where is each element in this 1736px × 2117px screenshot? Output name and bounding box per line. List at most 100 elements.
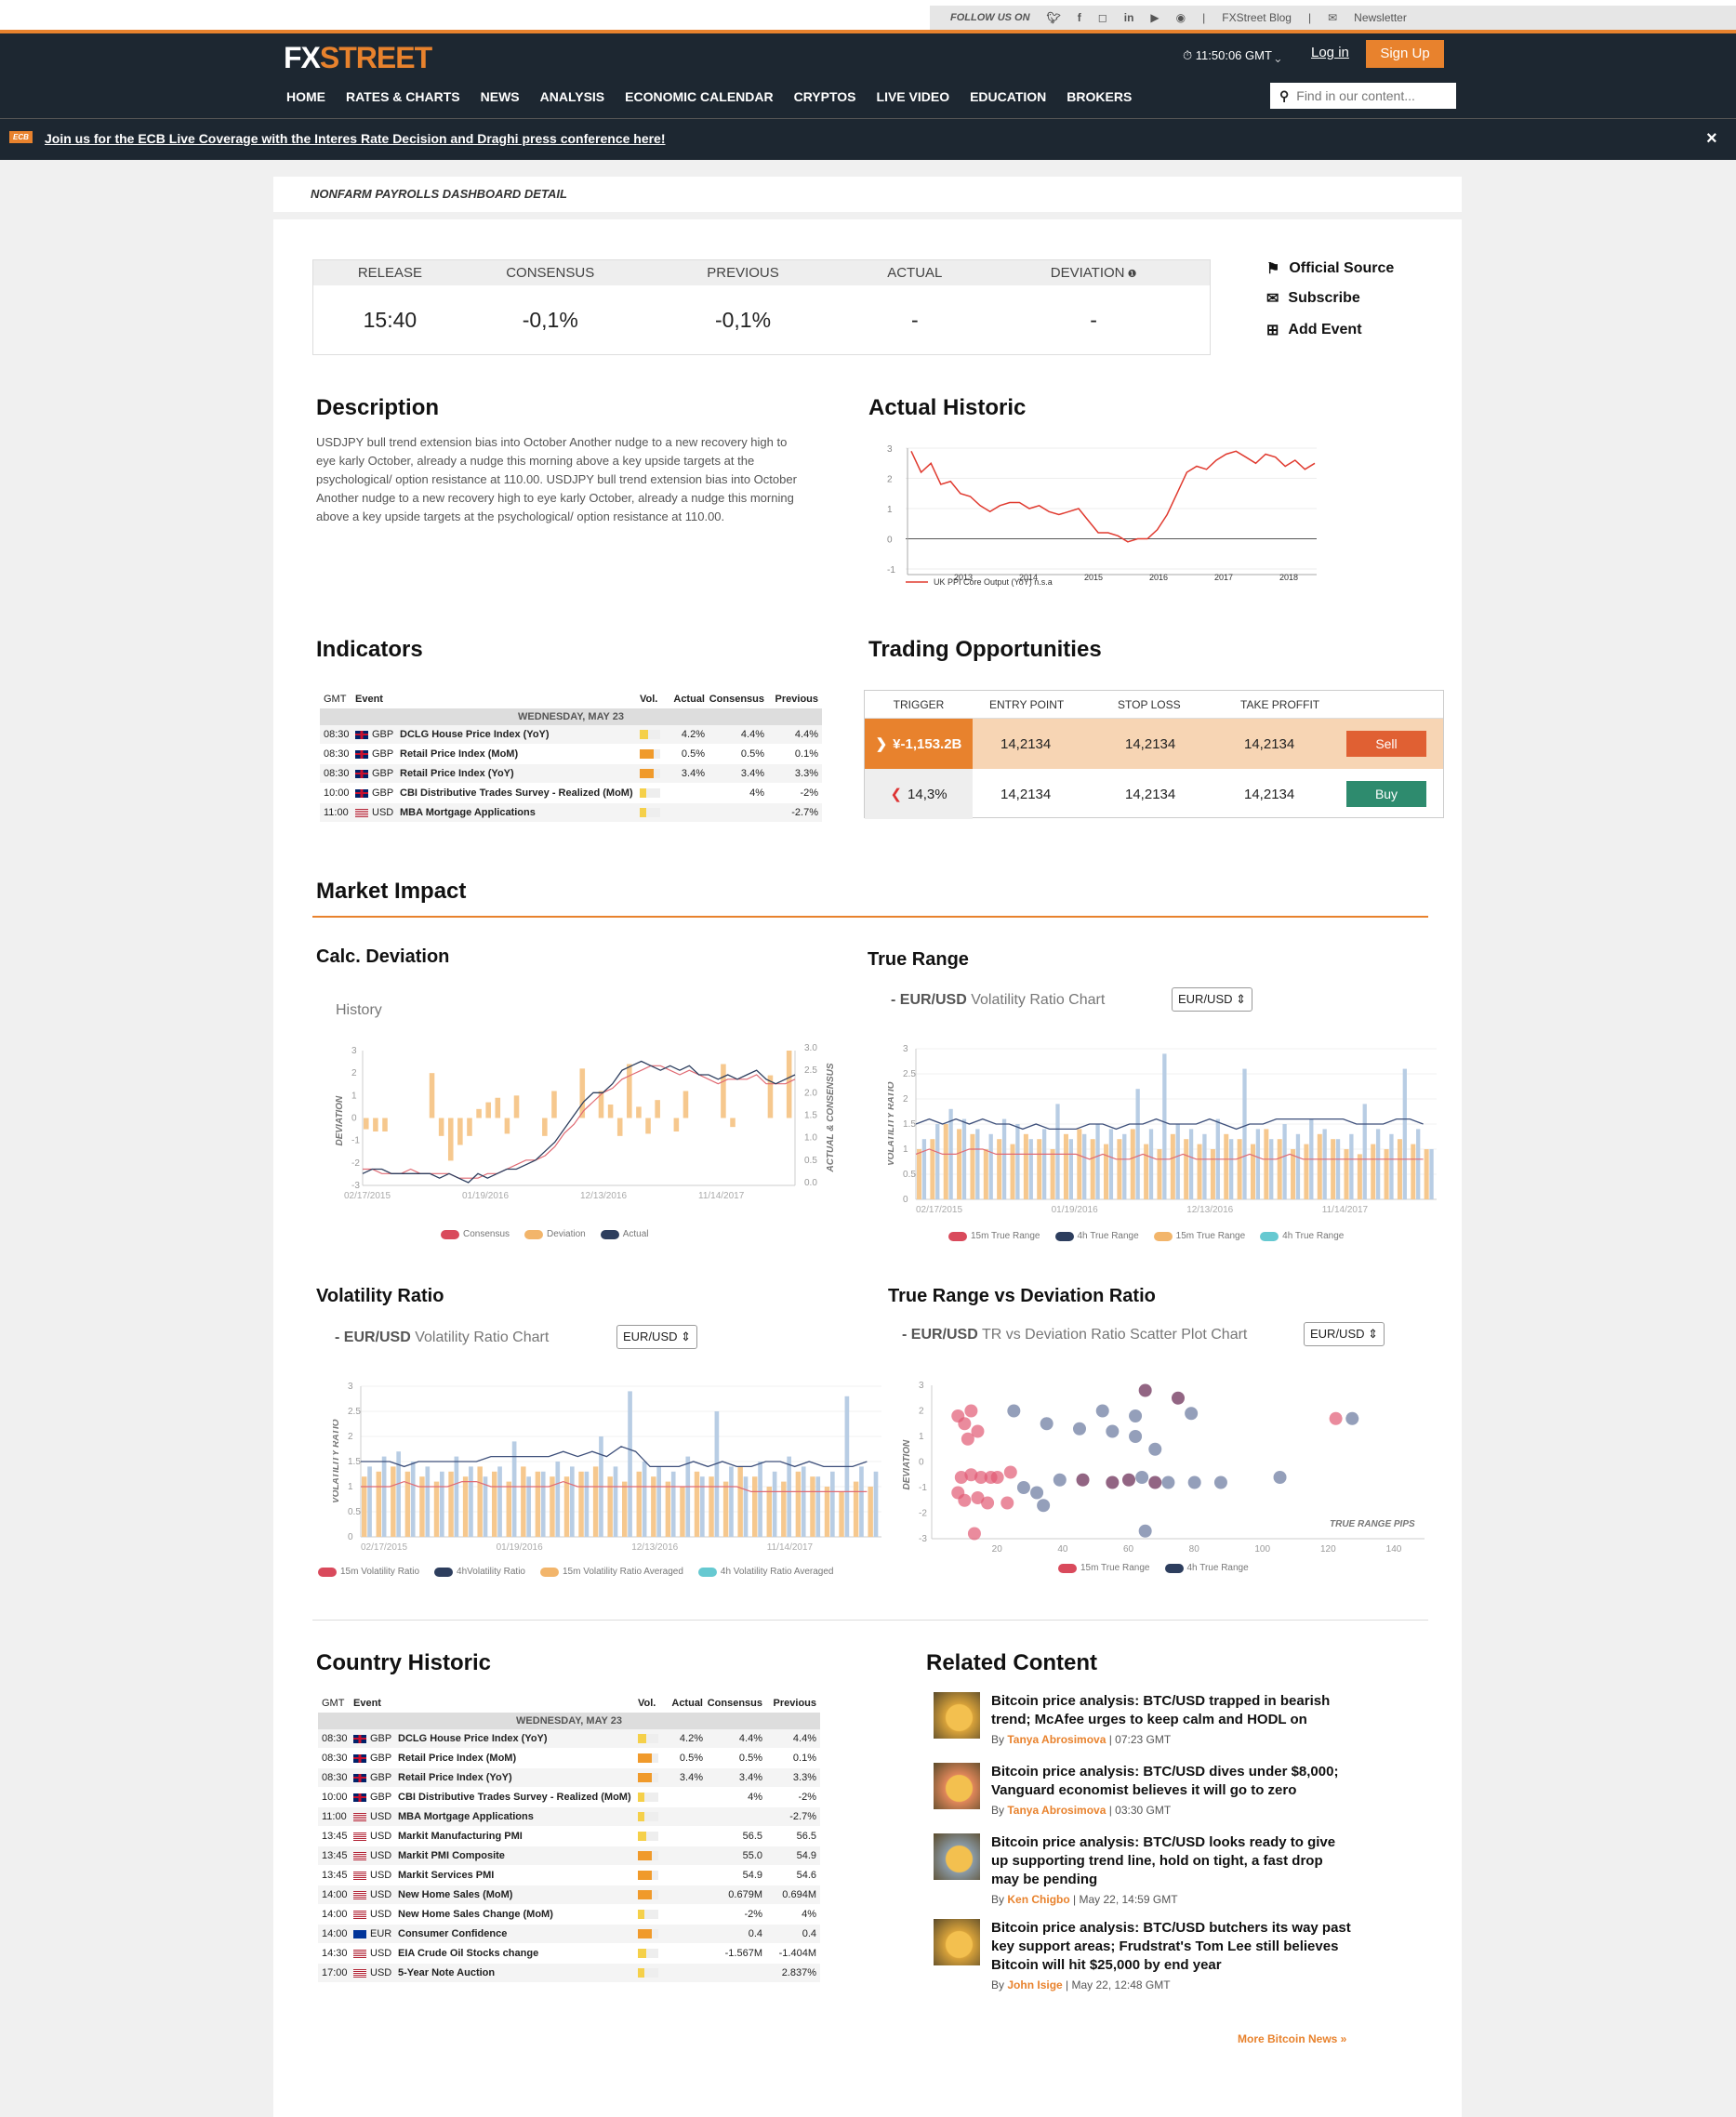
- scatter-point: [1003, 1465, 1017, 1479]
- subscribe-link[interactable]: ✉ Subscribe: [1266, 289, 1360, 308]
- row-volatility: [638, 1832, 668, 1841]
- legend-label: Deviation: [547, 1229, 586, 1239]
- table-row[interactable]: 13:45 USD Markit Services PMI 54.9 54.6: [318, 1866, 820, 1885]
- facebook-icon[interactable]: f: [1078, 11, 1081, 24]
- related-author[interactable]: Ken Chigbo: [1007, 1893, 1069, 1906]
- related-headline[interactable]: Bitcoin price analysis: BTC/USD trapped …: [991, 1692, 1352, 1729]
- row-volatility: [640, 769, 669, 778]
- add-event-link[interactable]: ⊞ Add Event: [1266, 321, 1362, 339]
- related-item[interactable]: Bitcoin price analysis: BTC/USD butchers…: [934, 1919, 1352, 1991]
- buy-button[interactable]: Buy: [1346, 781, 1426, 807]
- table-row[interactable]: 08:30 GBP Retail Price Index (YoY) 3.4% 3.4%…: [318, 1768, 820, 1788]
- related-author[interactable]: Tanya Abrosimova: [1007, 1804, 1106, 1817]
- table-row[interactable]: 08:30 GBP Retail Price Index (YoY) 3.4% 3.4%…: [320, 764, 822, 784]
- legend-4h-vr-avg[interactable]: 4h Volatility Ratio Averaged: [697, 1567, 833, 1577]
- legend-15m-vr-avg[interactable]: 15m Volatility Ratio Averaged: [539, 1567, 683, 1577]
- nav-economic-calendar[interactable]: ECONOMIC CALENDAR: [625, 89, 773, 104]
- info-icon[interactable]: ❶: [1125, 269, 1137, 280]
- legend-consensus[interactable]: Consensus: [441, 1229, 510, 1239]
- x-tick-label: 11/14/2017: [698, 1191, 745, 1201]
- table-row[interactable]: 13:45 USD Markit PMI Composite 55.0 54.9: [318, 1846, 820, 1866]
- table-row[interactable]: 10:00 GBP CBI Distributive Trades Survey -…: [318, 1788, 820, 1807]
- nav-live-video[interactable]: LIVE VIDEO: [877, 89, 950, 104]
- legend-15m-true-range[interactable]: 15m True Range: [1058, 1563, 1150, 1573]
- row-volatility: [638, 1753, 668, 1763]
- row-currency: GBP: [370, 1792, 392, 1803]
- clock[interactable]: ⏱ 11:50:06 GMT ⌄: [1183, 48, 1280, 63]
- related-item[interactable]: Bitcoin price analysis: BTC/USD looks re…: [934, 1833, 1352, 1906]
- table-row[interactable]: 14:30 USD EIA Crude Oil Stocks change -1.56…: [318, 1944, 820, 1964]
- signup-button[interactable]: Sign Up: [1366, 40, 1444, 68]
- chrome-icon[interactable]: ◉: [1176, 11, 1186, 24]
- related-author[interactable]: John Isige: [1007, 1978, 1062, 1991]
- table-row[interactable]: 13:45 USD Markit Manufacturing PMI 56.5 56.5: [318, 1827, 820, 1846]
- search-input[interactable]: Find in our content...: [1296, 88, 1415, 103]
- row-consensus: 56.5: [742, 1831, 762, 1842]
- pair-select[interactable]: EUR/USD ⇕: [1172, 987, 1253, 1012]
- instagram-icon[interactable]: ◻: [1098, 11, 1107, 24]
- nav-education[interactable]: EDUCATION: [970, 89, 1046, 104]
- table-row[interactable]: 17:00 USD 5-Year Note Auction 2.837%: [318, 1964, 820, 1983]
- legend-15m-true-range[interactable]: 15m True Range: [948, 1231, 1040, 1241]
- login-link[interactable]: Log in: [1311, 45, 1349, 60]
- nav-rates-charts[interactable]: RATES & CHARTS: [346, 89, 460, 104]
- row-volatility: [638, 1812, 668, 1821]
- volatility-fill: [640, 808, 646, 817]
- header-release: RELEASE: [357, 265, 423, 281]
- more-bitcoin-news-link[interactable]: More Bitcoin News »: [1238, 2032, 1346, 2045]
- legend-15m-true-range-avg[interactable]: 15m True Range: [1153, 1231, 1245, 1241]
- pair-select[interactable]: EUR/USD ⇕: [1304, 1322, 1385, 1346]
- youtube-icon[interactable]: ▶: [1150, 11, 1159, 24]
- official-source-link[interactable]: ⚑ Official Source: [1266, 259, 1394, 278]
- nav-home[interactable]: HOME: [286, 89, 325, 104]
- row-currency: USD: [370, 1831, 392, 1842]
- related-headline[interactable]: Bitcoin price analysis: BTC/USD dives un…: [991, 1763, 1352, 1800]
- close-icon[interactable]: ×: [1706, 128, 1717, 150]
- nav-brokers[interactable]: BROKERS: [1067, 89, 1132, 104]
- bar: [810, 1476, 815, 1537]
- related-headline[interactable]: Bitcoin price analysis: BTC/USD looks re…: [991, 1833, 1352, 1889]
- table-row[interactable]: 14:00 USD New Home Sales (MoM) 0.679M 0.694M: [318, 1885, 820, 1905]
- linkedin-icon[interactable]: in: [1124, 11, 1134, 24]
- table-row[interactable]: 11:00 USD MBA Mortgage Applications -2.7%: [318, 1807, 820, 1827]
- related-author[interactable]: Tanya Abrosimova: [1007, 1733, 1106, 1746]
- table-row[interactable]: 14:00 EUR Consumer Confidence 0.4 0.4: [318, 1925, 820, 1944]
- flag-icon: [353, 1734, 366, 1743]
- pair-select[interactable]: EUR/USD ⇕: [616, 1325, 698, 1349]
- table-row[interactable]: 08:30 GBP DCLG House Price Index (YoY) 4.2%…: [320, 725, 822, 745]
- related-item[interactable]: Bitcoin price analysis: BTC/USD trapped …: [934, 1692, 1352, 1746]
- banner-link[interactable]: Join us for the ECB Live Coverage with t…: [45, 131, 666, 146]
- sell-button[interactable]: Sell: [1346, 731, 1426, 757]
- nav-analysis[interactable]: ANALYSIS: [540, 89, 605, 104]
- scatter-point: [1345, 1411, 1359, 1425]
- legend-4h-vr[interactable]: 4hVolatility Ratio: [434, 1567, 525, 1577]
- search-box[interactable]: ⚲ Find in our content...: [1270, 83, 1456, 109]
- x-tick-label: 2015: [1084, 573, 1103, 582]
- table-row[interactable]: 08:30 GBP Retail Price Index (MoM) 0.5% 0.5%…: [320, 745, 822, 764]
- volatility-fill: [640, 769, 655, 778]
- y-tick-label: -1: [887, 565, 895, 576]
- related-item[interactable]: Bitcoin price analysis: BTC/USD dives un…: [934, 1763, 1352, 1817]
- table-row[interactable]: 10:00 GBP CBI Distributive Trades Survey -…: [320, 784, 822, 803]
- bitcoin-thumbnail: [934, 1919, 980, 1965]
- nav-news[interactable]: NEWS: [481, 89, 520, 104]
- row-currency: GBP: [372, 729, 394, 740]
- site-logo[interactable]: FXSTREET: [284, 41, 432, 75]
- blog-link[interactable]: FXStreet Blog: [1222, 11, 1292, 24]
- nav-cryptos[interactable]: CRYPTOS: [794, 89, 856, 104]
- table-row[interactable]: 08:30 GBP DCLG House Price Index (YoY) 4.2%…: [318, 1729, 820, 1749]
- table-row[interactable]: 11:00 USD MBA Mortgage Applications -2.7%: [320, 803, 822, 823]
- scatter-point: [990, 1471, 1004, 1484]
- legend-4h-true-range[interactable]: 4h True Range: [1054, 1231, 1139, 1241]
- legend-actual[interactable]: Actual: [600, 1229, 649, 1239]
- legend-4h-true-range-avg[interactable]: 4h True Range: [1260, 1231, 1344, 1241]
- bar: [975, 1129, 980, 1199]
- table-row[interactable]: 14:00 USD New Home Sales Change (MoM) -2% 4%: [318, 1905, 820, 1925]
- legend-4h-true-range[interactable]: 4h True Range: [1164, 1563, 1249, 1573]
- table-row[interactable]: 08:30 GBP Retail Price Index (MoM) 0.5% 0.5%…: [318, 1749, 820, 1768]
- related-headline[interactable]: Bitcoin price analysis: BTC/USD butchers…: [991, 1919, 1352, 1975]
- legend-15m-vr[interactable]: 15m Volatility Ratio: [318, 1567, 419, 1577]
- newsletter-link[interactable]: Newsletter: [1354, 11, 1407, 24]
- twitter-icon[interactable]: 🐦︎: [1047, 11, 1061, 24]
- legend-deviation[interactable]: Deviation: [524, 1229, 586, 1239]
